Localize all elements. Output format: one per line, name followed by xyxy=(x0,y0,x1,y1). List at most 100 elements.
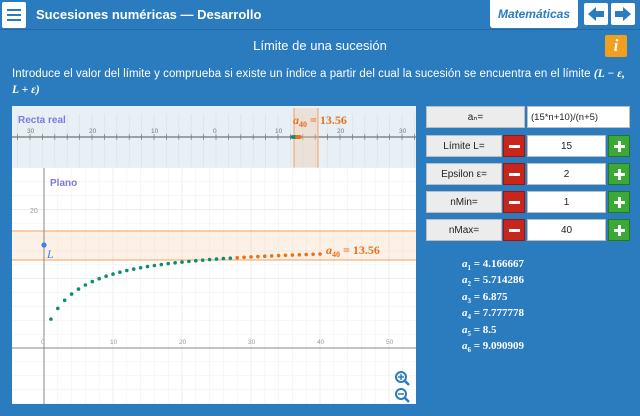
sequence-point xyxy=(194,258,198,263)
sequence-point xyxy=(49,317,53,321)
epsilon-row: Epsilon ε= 2 xyxy=(426,163,630,185)
instruction-text: Introduce el valor del límite y comprueb… xyxy=(12,66,628,98)
plane-x-tick-label: 30 xyxy=(248,339,256,346)
sequence-point xyxy=(56,306,60,311)
sequence-point xyxy=(159,262,164,267)
sequence-point xyxy=(276,253,281,258)
real-tick-label: 20 xyxy=(89,128,97,135)
limit-decrement-button[interactable] xyxy=(503,135,525,157)
arrow-left-icon[interactable] xyxy=(584,3,608,25)
arrow-right-icon[interactable] xyxy=(611,3,635,25)
sequence-point xyxy=(118,270,122,275)
plane-grid xyxy=(12,167,416,404)
app-title: Sucesiones numéricas — Desarrollo xyxy=(36,7,262,22)
sequence-point xyxy=(318,252,322,256)
epsilon-decrement-button[interactable] xyxy=(503,163,525,185)
subject-tab[interactable]: Matemáticas xyxy=(490,0,578,28)
sequence-point xyxy=(111,272,115,276)
epsilon-input[interactable]: 2 xyxy=(527,163,606,185)
sequence-point xyxy=(131,267,136,271)
sequence-point xyxy=(62,298,67,303)
sequence-point xyxy=(214,257,219,261)
real-annotation-sub: 40 xyxy=(299,120,307,129)
sequence-point xyxy=(207,257,212,262)
formula-label: aₙ= xyxy=(426,106,525,128)
term-item: a6 = 9.090909 xyxy=(462,339,525,355)
graph-canvas[interactable]: 30 20 10 0 10 20 30 Recta real a40 = 13.56 0 10 2… xyxy=(12,106,416,404)
sequence-point xyxy=(187,259,191,264)
limit-increment-button[interactable] xyxy=(608,135,630,157)
sequence-point xyxy=(263,254,267,259)
limit-label: L xyxy=(46,247,54,261)
menu-icon[interactable] xyxy=(2,2,26,28)
plane-x-tick-label: 10 xyxy=(110,339,118,346)
sequence-point xyxy=(180,260,184,264)
sequence-point xyxy=(228,256,233,260)
term-item: a2 = 5.714286 xyxy=(462,274,525,289)
sequence-point xyxy=(200,258,205,262)
real-tick-label: 20 xyxy=(337,128,345,135)
epsilon-increment-button[interactable] xyxy=(608,163,630,185)
plane-x-tick-label: 40 xyxy=(317,339,325,346)
real-tick-label: 30 xyxy=(399,128,407,135)
sequence-point xyxy=(97,276,101,281)
sequence-point xyxy=(152,263,157,268)
real-tick-label: 10 xyxy=(151,128,159,135)
limit-point xyxy=(41,242,47,248)
term-item: a1 = 4.166667 xyxy=(462,258,525,273)
sequence-point xyxy=(104,274,108,279)
plane-ticks: 0 10 20 30 40 50 xyxy=(41,339,394,346)
nmax-input[interactable]: 40 xyxy=(527,219,606,241)
nmin-input[interactable]: 1 xyxy=(527,191,606,213)
nmin-label-cell: nMin= xyxy=(426,191,502,213)
info-icon[interactable]: i xyxy=(605,35,627,57)
limit-row: Límite L= 15 xyxy=(426,135,630,157)
terms-list: a1 = 4.166667 a2 = 5.714286 a3 = 6.875 a… xyxy=(462,258,622,356)
nmin-decrement-button[interactable] xyxy=(503,191,525,213)
graph-panel[interactable]: 30 20 10 0 10 20 30 Recta real a40 = 13.56 0 10 2… xyxy=(12,106,416,404)
instruction-body: Introduce el valor del límite y comprueb… xyxy=(12,68,591,80)
limit-label-cell: Límite L= xyxy=(426,135,502,157)
nmax-increment-button[interactable] xyxy=(608,219,630,241)
nmin-increment-button[interactable] xyxy=(608,191,630,213)
term-item: a3 = 6.875 xyxy=(462,290,508,305)
plane-x-tick-label: 50 xyxy=(386,339,394,346)
real-line-label: Recta real xyxy=(18,115,66,126)
sequence-point xyxy=(125,268,129,273)
sequence-point xyxy=(173,261,177,265)
sequence-point xyxy=(283,253,288,258)
sequence-point xyxy=(76,287,81,291)
sequence-point xyxy=(221,256,226,261)
sequence-point xyxy=(256,254,260,259)
real-tick-label: 0 xyxy=(213,128,217,135)
real-annotation-value: = 13.56 xyxy=(310,113,347,127)
sequence-point xyxy=(69,292,74,296)
nmax-decrement-button[interactable] xyxy=(503,219,525,241)
sequence-point xyxy=(297,252,302,257)
formula-row: aₙ= (15*n+10)/(n+5) xyxy=(426,106,630,128)
sequence-point xyxy=(304,252,309,257)
term-item: a5 = 8.5 xyxy=(462,323,497,338)
sequence-point xyxy=(242,255,246,260)
sequence-point xyxy=(235,255,239,260)
plane-label: Plano xyxy=(50,178,77,189)
sequence-point xyxy=(138,265,143,270)
sequence-point xyxy=(311,252,315,257)
formula-input[interactable]: (15*n+10)/(n+5) xyxy=(527,106,630,128)
plane-annotation-value: = 13.56 xyxy=(343,243,380,257)
sequence-point xyxy=(83,283,88,287)
plane-annotation-sub: 40 xyxy=(332,250,340,259)
real-line-points xyxy=(290,135,302,139)
real-point xyxy=(298,135,302,139)
nmax-row: nMax= 40 xyxy=(426,219,630,241)
sequence-point xyxy=(90,279,95,284)
limit-input[interactable]: 15 xyxy=(527,135,606,157)
real-tick-label: 30 xyxy=(27,128,35,135)
top-bar: Sucesiones numéricas — Desarrollo Matemá… xyxy=(0,0,640,30)
plane-y-tick: 20 xyxy=(30,208,38,215)
term-item: a4 = 7.777778 xyxy=(462,307,525,322)
nmin-row: nMin= 1 xyxy=(426,191,630,213)
sequence-point xyxy=(249,255,253,259)
page-subtitle: Límite de una sucesión xyxy=(253,38,387,53)
nmax-label-cell: nMax= xyxy=(426,219,502,241)
